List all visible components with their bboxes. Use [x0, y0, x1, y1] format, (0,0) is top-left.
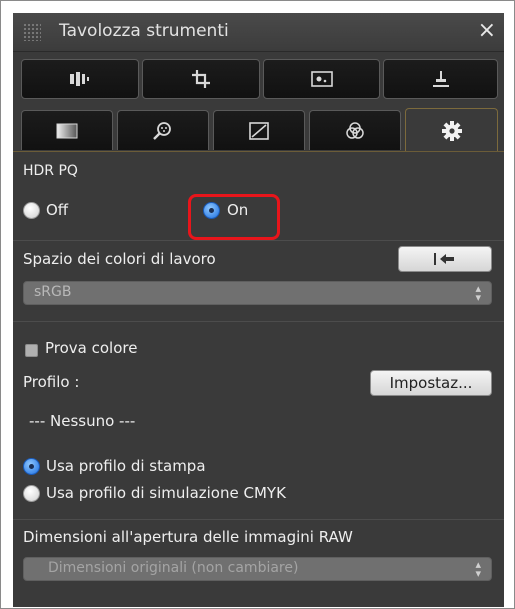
- title-bar[interactable]: Tavolozza strumenti ×: [13, 13, 504, 52]
- profile-settings-button[interactable]: Impostaz...: [370, 370, 492, 396]
- tab-crop[interactable]: [142, 59, 260, 99]
- color-eyedropper-icon: [153, 121, 171, 140]
- workspace-reset-button[interactable]: [398, 246, 492, 272]
- tab-tone-curve[interactable]: [213, 110, 305, 150]
- highlight-annotation: [188, 194, 280, 240]
- workspace-value: sRGB: [34, 284, 72, 300]
- workspace-select[interactable]: sRGB ▴ ▾: [23, 281, 492, 305]
- cmyk-profile-label[interactable]: Usa profilo di simulazione CMYK: [46, 484, 286, 502]
- drag-grip-icon[interactable]: [23, 23, 41, 41]
- divider: [13, 321, 504, 322]
- print-profile-label[interactable]: Usa profilo di stampa: [46, 457, 206, 475]
- settings-gear-icon: [441, 120, 462, 141]
- hdr-off-label[interactable]: Off: [46, 201, 68, 219]
- divider: [13, 519, 504, 520]
- profile-value: --- Nessuno ---: [29, 412, 136, 430]
- proof-checkbox-label[interactable]: Prova colore: [45, 339, 137, 357]
- hdr-off-radio[interactable]: [23, 202, 40, 219]
- tab-image-quality[interactable]: [21, 110, 113, 150]
- content-top-border: [13, 151, 504, 152]
- raw-size-select[interactable]: Dimensioni originali (non cambiare) ▴ ▾: [23, 557, 492, 581]
- tool-tabs-row-2: [21, 108, 498, 152]
- image-dust-icon: [310, 71, 333, 87]
- color-balance-icon: [346, 121, 364, 139]
- tool-palette-window: Tavolozza strumenti × HDR PQ Off On Spaz…: [13, 13, 504, 607]
- cmyk-profile-radio[interactable]: [23, 485, 40, 502]
- select-arrows-icon: ▴ ▾: [475, 282, 481, 304]
- tab-color-eyedropper[interactable]: [117, 110, 209, 150]
- tool-tabs-row-1: [21, 59, 498, 99]
- raw-size-value: Dimensioni originali (non cambiare): [48, 560, 299, 576]
- image-quality-icon: [56, 123, 78, 138]
- tab-settings[interactable]: [405, 108, 498, 152]
- workspace-heading: Spazio dei colori di lavoro: [23, 250, 216, 268]
- raw-heading: Dimensioni all'apertura delle immagini R…: [23, 528, 353, 546]
- tab-color-balance[interactable]: [309, 110, 401, 150]
- close-icon[interactable]: ×: [478, 18, 496, 44]
- adjust-levels-icon: [70, 72, 89, 86]
- select-arrows-icon: ▴ ▾: [475, 558, 481, 580]
- screenshot-frame: Tavolozza strumenti × HDR PQ Off On Spaz…: [0, 0, 515, 609]
- stamp-icon: [432, 71, 449, 87]
- window-title: Tavolozza strumenti: [59, 21, 229, 41]
- tab-dust[interactable]: [263, 59, 380, 99]
- tab-stamp[interactable]: [383, 59, 498, 99]
- proof-checkbox[interactable]: [25, 344, 38, 357]
- profile-label: Profilo :: [23, 373, 80, 391]
- print-profile-radio[interactable]: [23, 458, 40, 475]
- tab-adjust[interactable]: [21, 59, 139, 99]
- reset-arrow-icon: [434, 253, 454, 265]
- hdr-heading: HDR PQ: [23, 163, 78, 179]
- divider: [13, 240, 504, 241]
- crop-icon: [192, 70, 210, 88]
- tone-curve-icon: [249, 121, 269, 140]
